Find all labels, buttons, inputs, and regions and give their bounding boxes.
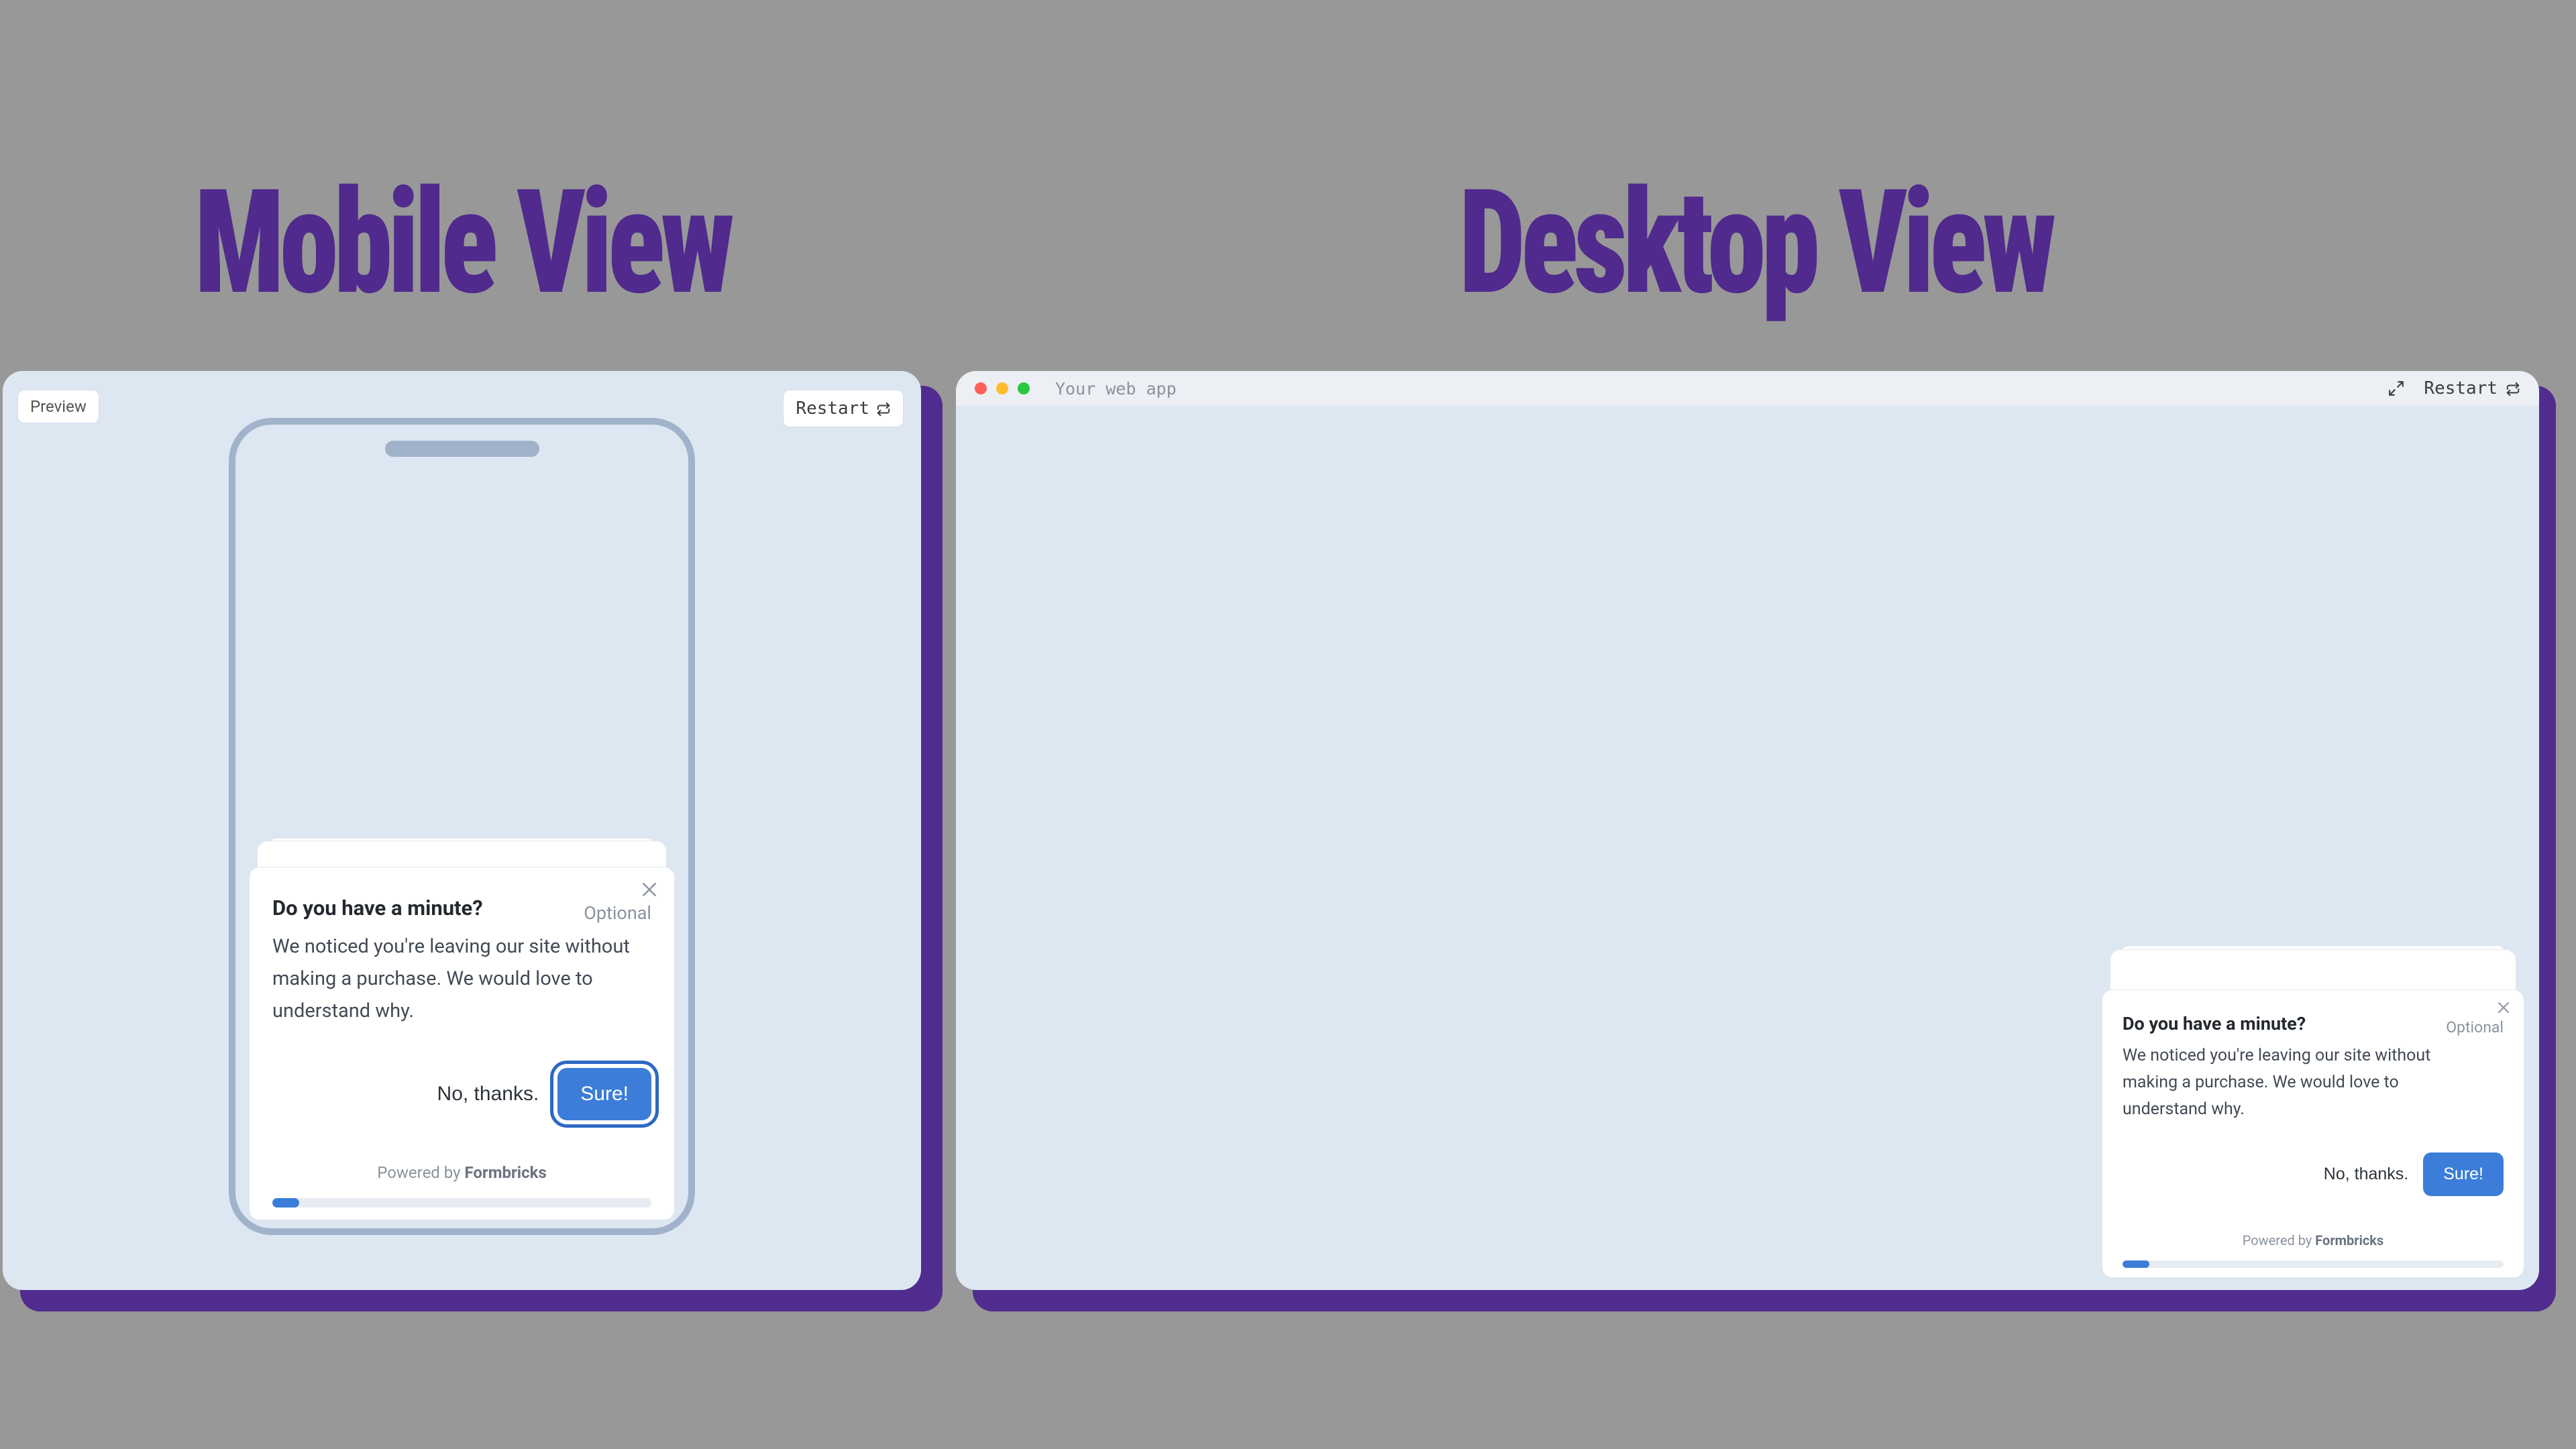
powered-brand: Formbricks — [2315, 1232, 2383, 1248]
close-icon[interactable] — [639, 879, 659, 900]
traffic-light-zoom-icon[interactable] — [1018, 382, 1030, 394]
traffic-light-minimize-icon[interactable] — [996, 382, 1008, 394]
survey-body: We noticed you're leaving our site witho… — [272, 931, 648, 1028]
phone-frame: Do you have a minute? Optional We notice… — [229, 418, 695, 1235]
restart-label: Restart — [796, 398, 869, 419]
restart-button-mobile[interactable]: Restart — [783, 390, 904, 427]
preview-label: Preview — [30, 397, 87, 416]
no-thanks-button[interactable]: No, thanks. — [437, 1083, 539, 1106]
progress-bar — [2123, 1260, 2504, 1268]
progress-bar — [272, 1198, 651, 1208]
progress-fill — [272, 1198, 299, 1208]
progress-fill — [2123, 1260, 2149, 1268]
sure-button[interactable]: Sure! — [557, 1068, 651, 1120]
restart-label: Restart — [2424, 378, 2498, 398]
survey-card-stack-desktop: Do you have a minute? Optional We notice… — [2102, 989, 2524, 1278]
phone-notch — [385, 441, 539, 457]
powered-by: Powered by Formbricks — [2123, 1232, 2504, 1248]
powered-prefix: Powered by — [2243, 1232, 2316, 1248]
restart-icon — [2506, 381, 2520, 396]
preview-chip: Preview — [17, 390, 99, 423]
titlebar-right: Restart — [2387, 378, 2520, 398]
heading-mobile: Mobile View — [195, 171, 730, 315]
panel-desktop: Your web app Restart Do you have a minut… — [956, 371, 2539, 1290]
button-row: No, thanks. Sure! — [2123, 1152, 2504, 1196]
powered-by: Powered by Formbricks — [272, 1163, 651, 1182]
restart-button-desktop[interactable]: Restart — [2424, 378, 2520, 398]
window-titlebar: Your web app Restart — [956, 371, 2539, 406]
optional-label: Optional — [2446, 1018, 2504, 1036]
survey-body: We noticed you're leaving our site witho… — [2123, 1042, 2451, 1123]
restart-icon — [876, 401, 891, 416]
window-title: Your web app — [1055, 379, 1177, 398]
sure-button[interactable]: Sure! — [2423, 1152, 2504, 1196]
no-thanks-button[interactable]: No, thanks. — [2324, 1165, 2408, 1184]
survey-card-stack-mobile: Do you have a minute? Optional We notice… — [249, 867, 675, 1220]
panel-mobile: Preview Restart Do you have a minute? Op… — [3, 371, 921, 1290]
heading-desktop: Desktop View — [1459, 171, 2052, 315]
expand-icon[interactable] — [2387, 380, 2405, 397]
survey-card-desktop: Do you have a minute? Optional We notice… — [2102, 989, 2524, 1278]
optional-label: Optional — [584, 902, 651, 924]
button-row: No, thanks. Sure! — [272, 1068, 651, 1120]
survey-card-mobile: Do you have a minute? Optional We notice… — [249, 867, 675, 1220]
powered-prefix: Powered by — [377, 1163, 464, 1182]
traffic-light-close-icon[interactable] — [975, 382, 987, 394]
powered-brand: Formbricks — [464, 1163, 546, 1182]
close-icon[interactable] — [2496, 1000, 2512, 1016]
